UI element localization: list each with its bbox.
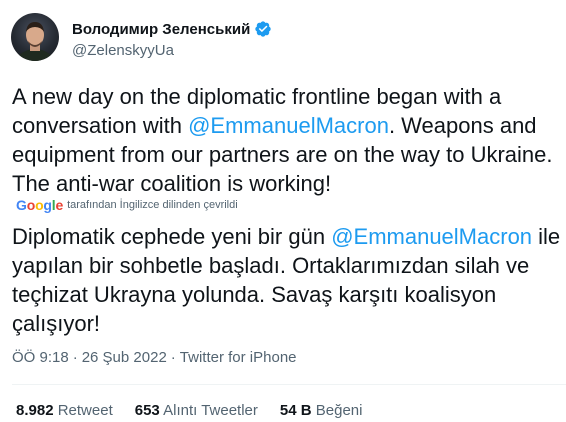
author-name-row[interactable]: Володимир Зеленський bbox=[72, 20, 272, 38]
retweets-label: Retweet bbox=[57, 402, 113, 419]
tweet-stats: 8.982 Retweet 653 Alıntı Tweetler 54 B B… bbox=[16, 402, 362, 419]
meta-separator: · bbox=[170, 349, 176, 366]
meta-separator: · bbox=[72, 349, 78, 366]
avatar-portrait-icon bbox=[15, 22, 55, 61]
quote-tweets-stat[interactable]: 653 Alıntı Tweetler bbox=[135, 402, 258, 419]
quotes-label: Alıntı Tweetler bbox=[163, 402, 258, 419]
tweet-text: A new day on the diplomatic frontline be… bbox=[12, 82, 566, 198]
translation-label: tarafından İngilizce dilinden çevrildi bbox=[67, 199, 238, 211]
verified-badge-icon bbox=[254, 20, 272, 38]
tweet-date[interactable]: 26 Şub 2022 bbox=[82, 349, 167, 366]
quotes-count: 653 bbox=[134, 402, 160, 419]
translation-attribution: Google tarafından İngilizce dilinden çev… bbox=[16, 197, 238, 213]
divider bbox=[12, 384, 566, 385]
likes-stat[interactable]: 54 B Beğeni bbox=[280, 402, 363, 419]
translated-tweet-text: Diplomatik cephede yeni bir gün @Emmanue… bbox=[12, 222, 566, 338]
retweets-stat[interactable]: 8.982 Retweet bbox=[16, 402, 113, 419]
author-handle[interactable]: @ZelenskyyUa bbox=[72, 42, 174, 59]
tweet-source[interactable]: Twitter for iPhone bbox=[180, 349, 297, 366]
avatar[interactable] bbox=[11, 13, 59, 61]
author-display-name[interactable]: Володимир Зеленський bbox=[72, 21, 250, 38]
retweets-count: 8.982 bbox=[16, 402, 54, 419]
tweet-meta: ÖÖ 9:18 · 26 Şub 2022 · Twitter for iPho… bbox=[12, 349, 297, 366]
likes-count: 54 B bbox=[279, 402, 312, 419]
likes-label: Beğeni bbox=[315, 402, 363, 419]
translated-text-part: Diplomatik cephede yeni bir gün bbox=[12, 224, 332, 249]
mention-link[interactable]: @EmmanuelMacron bbox=[188, 113, 389, 138]
mention-link[interactable]: @EmmanuelMacron bbox=[331, 224, 532, 249]
tweet-time[interactable]: ÖÖ 9:18 bbox=[12, 349, 69, 366]
google-logo-icon: Google bbox=[16, 197, 64, 213]
